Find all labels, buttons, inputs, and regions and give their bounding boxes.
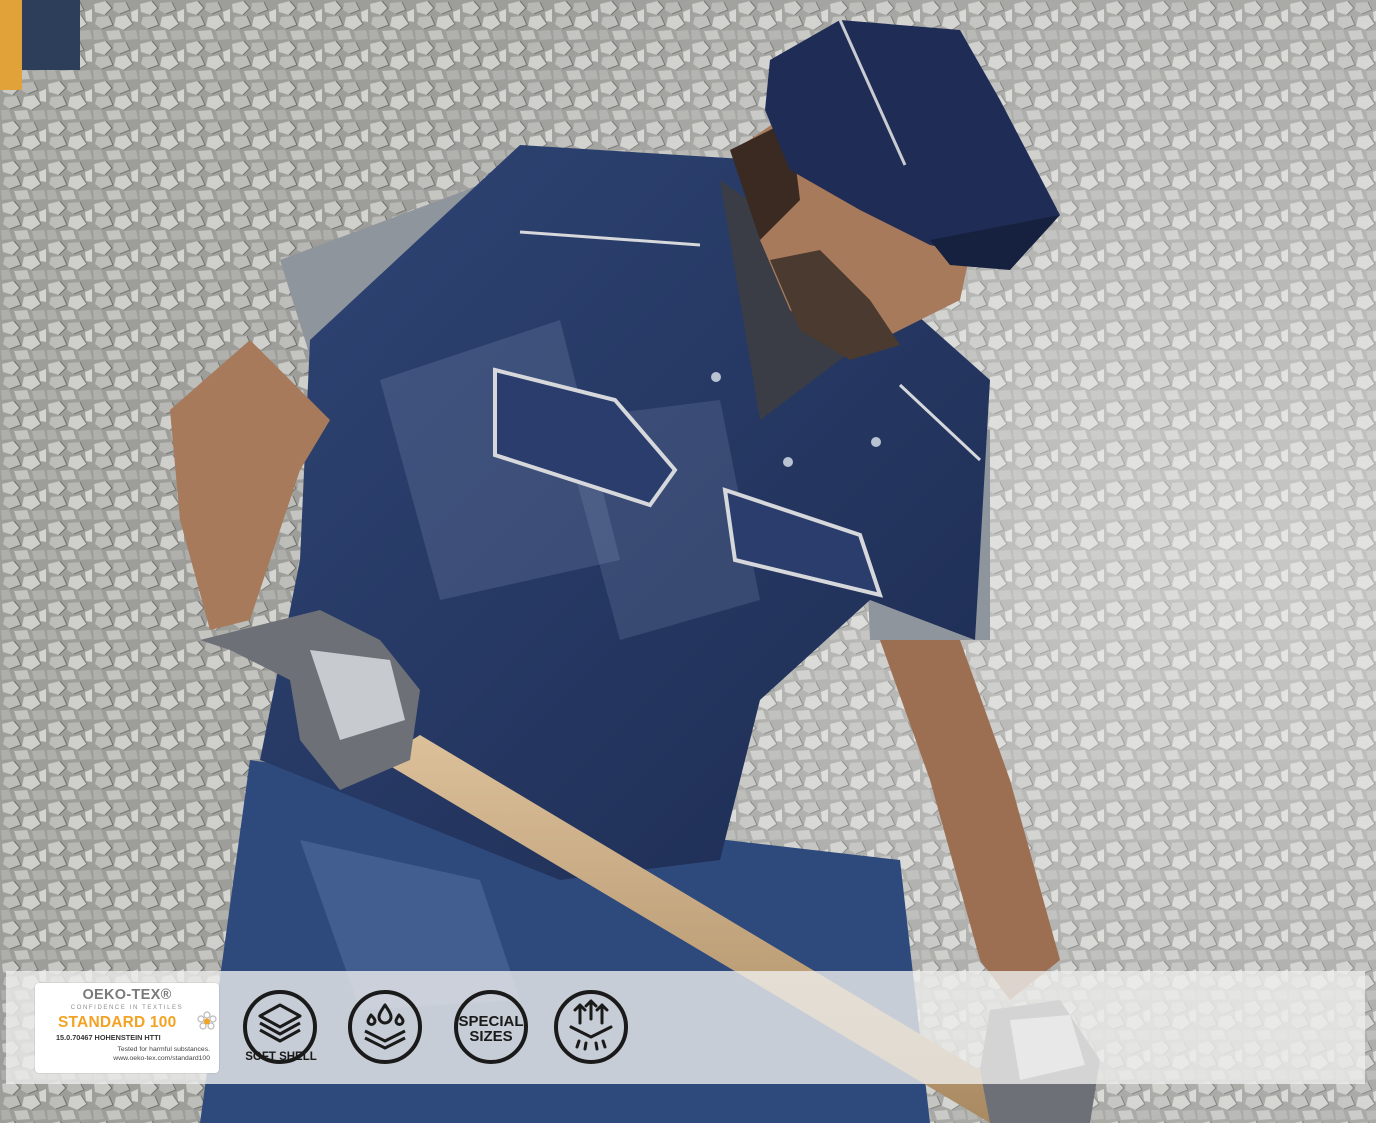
hero-photo (0, 0, 1376, 1123)
oeko-tex-badge: OEKO-TEX® CONFIDENCE IN TEXTILES STANDAR… (35, 983, 219, 1073)
special-sizes-label: SPECIAL SIZES (451, 1014, 531, 1044)
badge-standard: STANDARD 100 (58, 1014, 177, 1031)
badge-note-line2: www.oeko-tex.com/standard100 (113, 1055, 210, 1062)
breathable-icon (554, 990, 628, 1064)
badge-title: OEKO-TEX® (82, 987, 172, 1003)
special-sizes-line1: SPECIAL (458, 1013, 524, 1030)
breathable-feature (553, 989, 633, 1069)
badge-note-line1: Tested for harmful substances. (117, 1046, 210, 1053)
soft-shell-label: SOFT SHELL (245, 1051, 317, 1063)
special-sizes-line2: SIZES (469, 1028, 513, 1045)
badge-code: 15.0.70467 HOHENSTEIN HTTI (56, 1033, 161, 1042)
water-repellent-icon (348, 990, 422, 1064)
oeko-flower-icon (197, 1011, 217, 1030)
badge-note: Tested for harmful substances. www.oeko-… (113, 1045, 210, 1063)
badge-tagline: CONFIDENCE IN TEXTILES (70, 1005, 184, 1011)
water-repellent-feature (347, 989, 427, 1069)
